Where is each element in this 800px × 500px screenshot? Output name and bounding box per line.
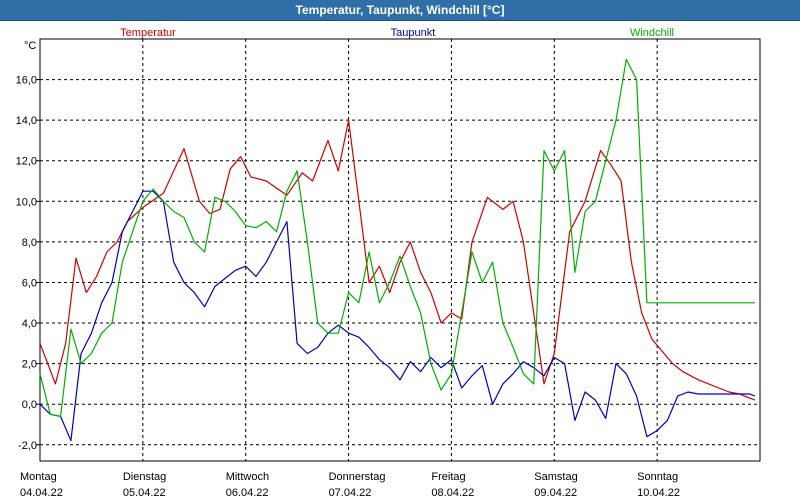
legend-taupunkt: Taupunkt [391,27,436,39]
x-tick-date: 08.04.22 [431,487,474,499]
x-tick-day: Sonntag [637,471,678,483]
y-axis-label: °C [24,40,36,52]
legend-windchill: Windchill [630,27,674,39]
x-tick-day: Freitag [431,471,465,483]
y-tick-label: 10,0 [16,196,37,208]
y-tick-label: 0,0 [22,399,37,411]
y-tick-label: 6,0 [22,277,37,289]
x-tick-day: Montag [20,471,57,483]
x-tick-day: Mittwoch [226,471,269,483]
chart-title: Temperatur, Taupunkt, Windchill [°C] [295,3,505,17]
title-bar: Temperatur, Taupunkt, Windchill [°C] [0,0,800,21]
x-tick-date: 10.04.22 [637,487,680,499]
y-tick-label: -2,0 [18,440,37,452]
plot-area [39,38,761,462]
y-tick-label: 12,0 [16,156,37,168]
line-chart: -2,0 0,0 2,0 4,0 6,0 8,0 10,0 12,0 14,0 16,0 Monta… [16,27,761,499]
x-tick-date: 06.04.22 [226,487,269,499]
y-tick-label: 8,0 [22,237,37,249]
legend-temperatur: Temperatur [120,27,176,39]
y-tick-label: 4,0 [22,318,37,330]
x-tick-date: 09.04.22 [534,487,577,499]
x-tick-date: 07.04.22 [329,487,372,499]
x-tick-day: Samstag [534,471,577,483]
y-tick-label: 2,0 [22,359,37,371]
y-tick-label: 16,0 [16,75,37,87]
x-tick-date: 04.04.22 [20,487,63,499]
x-tick-date: 05.04.22 [123,487,166,499]
y-tick-label: 14,0 [16,115,37,127]
x-tick-day: Dienstag [123,471,166,483]
x-tick-day: Donnerstag [329,471,386,483]
